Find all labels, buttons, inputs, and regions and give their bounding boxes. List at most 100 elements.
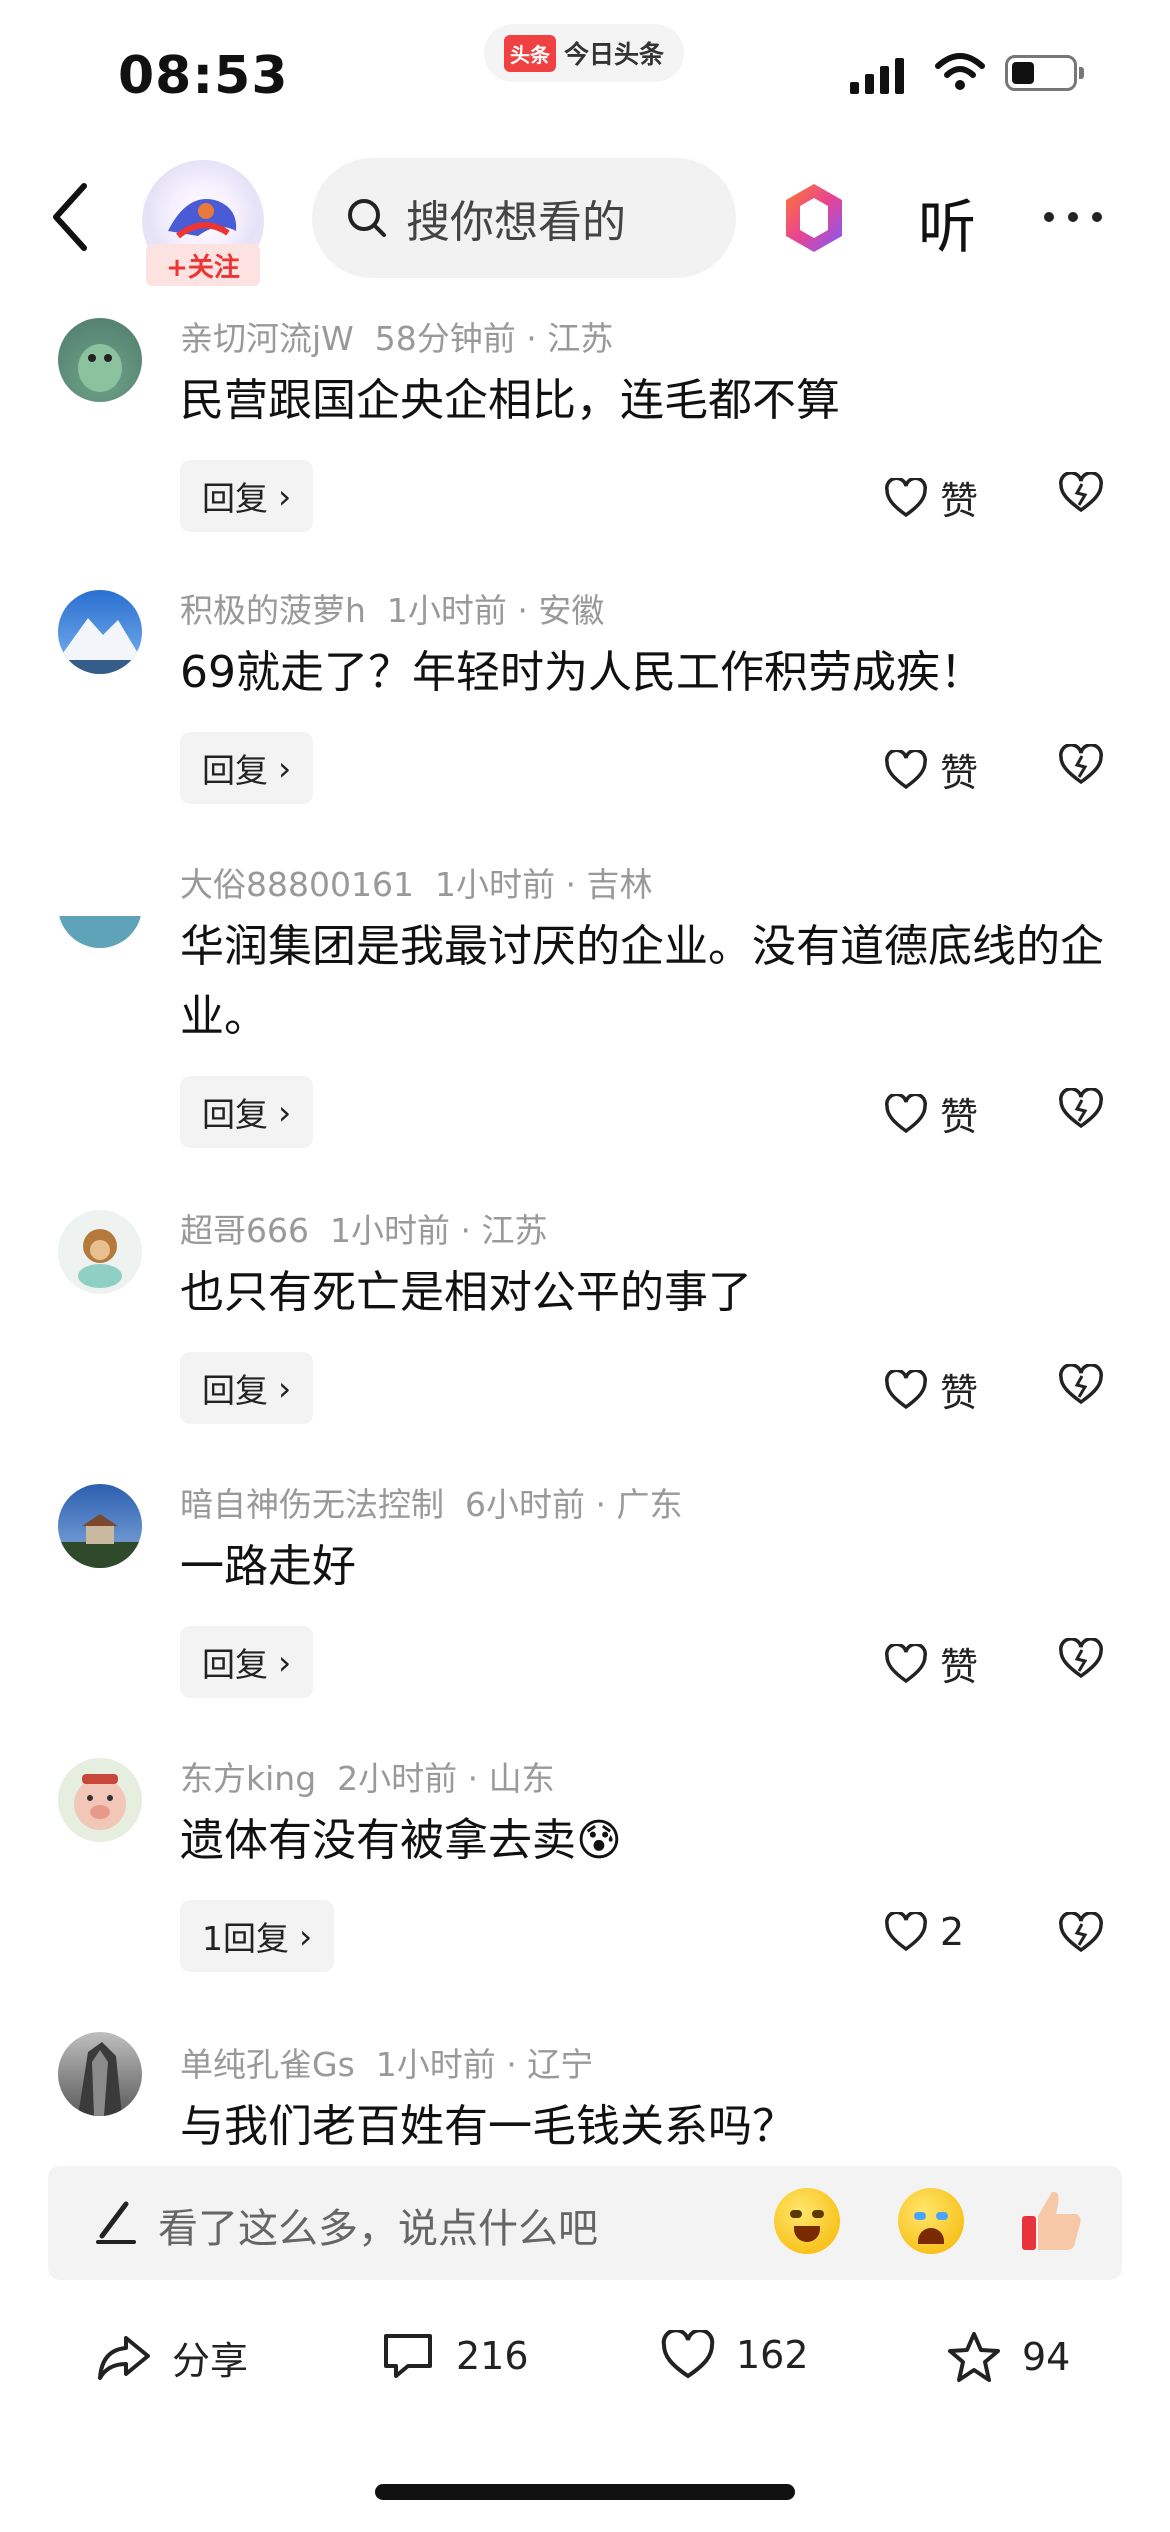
crying-emoji-icon[interactable] xyxy=(898,2188,964,2254)
input-placeholder: 看了这么多，说点什么吧 xyxy=(158,2206,598,2252)
listen-button[interactable]: 听 xyxy=(918,180,976,264)
reply-label: 回复 xyxy=(202,1371,268,1410)
reply-button[interactable]: 回复 › xyxy=(180,1352,314,1424)
back-icon[interactable] xyxy=(40,172,100,262)
like-button[interactable]: 2 xyxy=(884,1910,964,1954)
comment-meta: 暗自神伤无法控制 6小时前 · 广东 xyxy=(180,1485,683,1524)
comment-meta: 大俗88800161 1小时前 · 吉林 xyxy=(180,865,653,904)
comment-meta: 东方king 2小时前 · 山东 xyxy=(180,1759,555,1798)
dislike-icon[interactable] xyxy=(1058,1088,1104,1130)
like-button[interactable]: 赞 xyxy=(884,1636,978,1691)
comment-location: 辽宁 xyxy=(527,2045,594,2084)
search-bar[interactable]: 搜你想看的 xyxy=(312,158,736,278)
follow-button[interactable]: +关注 xyxy=(146,244,260,286)
heart-icon xyxy=(885,1643,927,1683)
comment-time: 1小时前 xyxy=(386,591,507,630)
reply-label: 回复 xyxy=(202,1095,268,1134)
comment-username[interactable]: 暗自神伤无法控制 xyxy=(180,1485,444,1524)
like-label: 赞 xyxy=(940,1645,979,1689)
chevron-right-icon: › xyxy=(278,1642,292,1682)
dislike-icon[interactable] xyxy=(1058,1912,1104,1954)
comment-time: 1小时前 xyxy=(434,865,555,904)
heart-icon xyxy=(885,749,927,789)
like-button[interactable]: 赞 xyxy=(884,1086,978,1141)
comment-username[interactable]: 大俗88800161 xyxy=(180,865,414,904)
comment-avatar[interactable] xyxy=(58,864,142,948)
reply-label: 1回复 xyxy=(202,1919,289,1958)
comment-text: 民营跟国企央企相比，连毛都不算 xyxy=(180,375,840,426)
comment-text: 遗体有没有被拿去卖😰 xyxy=(180,1815,622,1866)
comment-time: 2小时前 xyxy=(337,1759,458,1798)
wifi-icon xyxy=(935,53,985,90)
like-count: 2 xyxy=(940,1910,965,1954)
favorite-button[interactable]: 94 xyxy=(946,2330,1070,2384)
dislike-icon[interactable] xyxy=(1058,472,1104,514)
comment-time: 1小时前 xyxy=(375,2045,496,2084)
comment-location: 广东 xyxy=(616,1485,683,1524)
chevron-right-icon: › xyxy=(278,476,292,516)
comment-username[interactable]: 单纯孔雀Gs xyxy=(180,2045,355,2084)
comments-button[interactable]: 216 xyxy=(380,2330,529,2382)
home-indicator[interactable] xyxy=(375,2484,795,2500)
reply-button[interactable]: 回复 › xyxy=(180,732,314,804)
comment-input[interactable]: 看了这么多，说点什么吧 xyxy=(48,2166,1122,2280)
comment-location: 山东 xyxy=(488,1759,555,1798)
dislike-icon[interactable] xyxy=(1058,744,1104,786)
comment-time: 1小时前 xyxy=(329,1211,450,1250)
reply-button[interactable]: 回复 › xyxy=(180,460,314,532)
like-button[interactable]: 赞 xyxy=(884,470,978,525)
like-button[interactable]: 赞 xyxy=(884,1362,978,1417)
like-label: 赞 xyxy=(940,479,979,523)
comment-avatar[interactable] xyxy=(58,318,142,402)
comment-meta: 积极的菠萝h 1小时前 · 安徽 xyxy=(180,591,605,630)
comment-location: 江苏 xyxy=(481,1211,548,1250)
like-label: 赞 xyxy=(940,1371,979,1415)
reply-button[interactable]: 回复 › xyxy=(180,1076,314,1148)
comment-count: 216 xyxy=(456,2334,529,2378)
comment-meta: 超哥666 1小时前 · 江苏 xyxy=(180,1211,548,1250)
like-button[interactable]: 赞 xyxy=(884,742,978,797)
comment-avatar[interactable] xyxy=(58,1484,142,1568)
comment-username[interactable]: 东方king xyxy=(180,1759,316,1798)
like-label: 赞 xyxy=(940,751,979,795)
favorite-count: 94 xyxy=(1022,2335,1071,2379)
like-count: 162 xyxy=(736,2333,809,2377)
comment-meta: 亲切河流jW 58分钟前 · 江苏 xyxy=(180,319,614,358)
comment-location: 安徽 xyxy=(538,591,605,630)
author-avatar[interactable]: +关注 xyxy=(142,160,264,286)
comment-avatar[interactable] xyxy=(58,1758,142,1842)
chevron-right-icon: › xyxy=(278,1368,292,1408)
comment-location: 吉林 xyxy=(586,865,653,904)
more-icon[interactable] xyxy=(1044,212,1102,222)
comment-icon xyxy=(384,2334,432,2378)
heart-icon xyxy=(661,2330,715,2379)
comment-username[interactable]: 亲切河流jW xyxy=(180,319,354,358)
battery-icon xyxy=(1005,55,1084,91)
like-article-button[interactable]: 162 xyxy=(660,2330,809,2380)
comment-avatar[interactable] xyxy=(58,1210,142,1294)
bottom-action-bar: 分享 216 162 94 xyxy=(0,2310,1170,2420)
comment-avatar[interactable] xyxy=(58,590,142,674)
dislike-icon[interactable] xyxy=(1058,1638,1104,1680)
dislike-icon[interactable] xyxy=(1058,1364,1104,1406)
reply-button[interactable]: 1回复 › xyxy=(180,1900,335,1972)
comment-item: 单纯孔雀Gs 1小时前 · 辽宁 与我们老百姓有一毛钱关系吗？ xyxy=(0,2032,1170,2162)
heart-icon xyxy=(885,1093,927,1133)
comment-username[interactable]: 积极的菠萝h xyxy=(180,591,366,630)
laughing-emoji-icon[interactable] xyxy=(774,2188,840,2254)
status-bar: 08:53 头条 今日头条 xyxy=(0,0,1170,150)
comment-username[interactable]: 超哥666 xyxy=(180,1211,309,1250)
status-time: 08:53 xyxy=(118,46,289,106)
chevron-right-icon: › xyxy=(299,1916,313,1956)
thumbs-up-emoji-icon[interactable] xyxy=(1018,2186,1084,2256)
app-logo: 头条 xyxy=(503,34,556,72)
reply-button[interactable]: 回复 › xyxy=(180,1626,314,1698)
comment-actions: 回复 › 赞 xyxy=(0,460,1170,534)
reply-label: 回复 xyxy=(202,1645,268,1684)
comment-meta: 单纯孔雀Gs 1小时前 · 辽宁 xyxy=(180,2045,594,2084)
chevron-right-icon: › xyxy=(278,1092,292,1132)
search-placeholder: 搜你想看的 xyxy=(406,197,626,248)
app-hub-icon[interactable] xyxy=(782,180,846,256)
comment-avatar[interactable] xyxy=(58,2032,142,2116)
share-button[interactable]: 分享 xyxy=(96,2330,248,2385)
